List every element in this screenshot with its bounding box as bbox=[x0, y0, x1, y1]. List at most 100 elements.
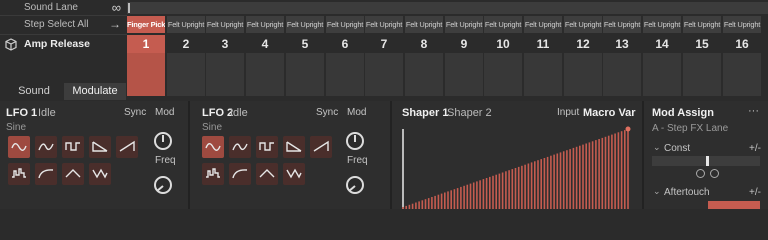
step-value-cell-11[interactable] bbox=[524, 53, 562, 96]
lfo1-freq-knob[interactable] bbox=[154, 176, 172, 194]
shaper-curve-display[interactable] bbox=[392, 123, 642, 209]
lfo1-mod-knob[interactable] bbox=[154, 132, 172, 150]
step-select-14[interactable]: Felt Upright bbox=[643, 16, 681, 33]
chevron-down-icon[interactable]: ⌄ bbox=[653, 186, 661, 197]
divider bbox=[0, 34, 127, 35]
step-number-7[interactable]: 7 bbox=[365, 35, 403, 53]
record-icon[interactable] bbox=[710, 169, 719, 178]
exponential-wave-icon[interactable] bbox=[229, 163, 251, 185]
step-number-2[interactable]: 2 bbox=[167, 35, 205, 53]
step-select-5[interactable]: Felt Upright bbox=[286, 16, 324, 33]
step-select-2[interactable]: Felt Upright bbox=[167, 16, 205, 33]
more-options-icon[interactable]: ··· bbox=[748, 105, 759, 117]
lfo1-panel: LFO 1 Idle Sync Mod Sine Freq bbox=[0, 101, 188, 209]
chevron-down-icon[interactable]: ⌄ bbox=[653, 142, 661, 153]
step-number-15[interactable]: 15 bbox=[683, 35, 721, 53]
divider bbox=[0, 15, 127, 16]
const-plus-minus[interactable]: +/- bbox=[749, 143, 761, 154]
const-amount-slider[interactable] bbox=[652, 156, 760, 166]
tab-shaper-1[interactable]: Shaper 1 bbox=[402, 107, 448, 119]
shaper-panel: Shaper 1 Shaper 2 Input Macro Var bbox=[392, 101, 642, 209]
square-wave-icon[interactable] bbox=[62, 136, 84, 158]
aftertouch-plus-minus[interactable]: +/- bbox=[749, 187, 761, 198]
step-number-14[interactable]: 14 bbox=[643, 35, 681, 53]
step-select-6[interactable]: Felt Upright bbox=[326, 16, 364, 33]
step-value-cell-10[interactable] bbox=[484, 53, 522, 96]
record-icon[interactable] bbox=[696, 169, 705, 178]
lfo1-freq-label: Freq bbox=[155, 155, 176, 166]
slider-handle[interactable] bbox=[706, 156, 709, 166]
random-wave-icon[interactable] bbox=[89, 163, 111, 185]
step-number-10[interactable]: 10 bbox=[484, 35, 522, 53]
lfo2-mod-knob[interactable] bbox=[346, 132, 364, 150]
step-select-9[interactable]: Felt Upright bbox=[445, 16, 483, 33]
tab-modulate[interactable]: Modulate bbox=[64, 83, 126, 100]
exponential-wave-icon[interactable] bbox=[35, 163, 57, 185]
step-select-10[interactable]: Felt Upright bbox=[484, 16, 522, 33]
step-value-cell-6[interactable] bbox=[326, 53, 364, 96]
square-wave-icon[interactable] bbox=[256, 136, 278, 158]
step-value-cell-15[interactable] bbox=[683, 53, 721, 96]
lfo1-sync[interactable]: Sync bbox=[124, 107, 146, 118]
tab-sound[interactable]: Sound bbox=[5, 83, 63, 100]
tab-shaper-2[interactable]: Shaper 2 bbox=[447, 107, 492, 119]
step-value-cell-16[interactable] bbox=[723, 53, 761, 96]
sound-lane-row[interactable]: Sound Lane ∞ bbox=[0, 0, 127, 15]
step-value-cell-7[interactable] bbox=[365, 53, 403, 96]
sample-hold-wave-icon[interactable] bbox=[8, 163, 30, 185]
ramp-wave-icon[interactable] bbox=[310, 136, 332, 158]
aftertouch-amount-bar[interactable] bbox=[708, 201, 760, 209]
step-number-13[interactable]: 13 bbox=[603, 35, 641, 53]
step-select-3[interactable]: Felt Upright bbox=[206, 16, 244, 33]
infinity-icon[interactable]: ∞ bbox=[112, 0, 121, 15]
step-number-6[interactable]: 6 bbox=[326, 35, 364, 53]
lfo2-sync[interactable]: Sync bbox=[316, 107, 338, 118]
step-number-11[interactable]: 11 bbox=[524, 35, 562, 53]
step-value-cell-3[interactable] bbox=[206, 53, 244, 96]
sine-alt-wave-icon[interactable] bbox=[35, 136, 57, 158]
sine-wave-icon[interactable] bbox=[8, 136, 30, 158]
step-number-16[interactable]: 16 bbox=[723, 35, 761, 53]
sine-wave-icon[interactable] bbox=[202, 136, 224, 158]
step-value-cell-13[interactable] bbox=[603, 53, 641, 96]
step-select-12[interactable]: Felt Upright bbox=[564, 16, 602, 33]
step-select-4[interactable]: Felt Upright bbox=[246, 16, 284, 33]
amp-release-row[interactable]: Amp Release bbox=[0, 38, 127, 52]
step-select-all-row[interactable]: Step Select All → bbox=[0, 17, 127, 31]
step-value-cell-1[interactable] bbox=[127, 53, 165, 96]
step-select-1[interactable]: Finger Pick bbox=[127, 16, 165, 33]
triangle-wave-icon[interactable] bbox=[62, 163, 84, 185]
saw-down-wave-icon[interactable] bbox=[89, 136, 111, 158]
step-number-12[interactable]: 12 bbox=[564, 35, 602, 53]
step-select-16[interactable]: Felt Upright bbox=[723, 16, 761, 33]
step-number-3[interactable]: 3 bbox=[206, 35, 244, 53]
sound-lane-strip[interactable] bbox=[127, 2, 768, 14]
step-value-cell-12[interactable] bbox=[564, 53, 602, 96]
step-number-4[interactable]: 4 bbox=[246, 35, 284, 53]
triangle-wave-icon[interactable] bbox=[256, 163, 278, 185]
step-value-cell-2[interactable] bbox=[167, 53, 205, 96]
step-number-5[interactable]: 5 bbox=[286, 35, 324, 53]
step-select-8[interactable]: Felt Upright bbox=[405, 16, 443, 33]
arrow-right-icon[interactable]: → bbox=[109, 17, 121, 31]
step-number-1[interactable]: 1 bbox=[127, 35, 165, 53]
step-value-cell-4[interactable] bbox=[246, 53, 284, 96]
shaper-input-value[interactable]: Macro Var bbox=[583, 107, 636, 119]
step-value-cell-5[interactable] bbox=[286, 53, 324, 96]
step-select-11[interactable]: Felt Upright bbox=[524, 16, 562, 33]
lfo2-freq-knob[interactable] bbox=[346, 176, 364, 194]
sine-alt-wave-icon[interactable] bbox=[229, 136, 251, 158]
step-select-13[interactable]: Felt Upright bbox=[603, 16, 641, 33]
random-wave-icon[interactable] bbox=[283, 163, 305, 185]
shaper-end-point[interactable] bbox=[625, 126, 631, 132]
ramp-wave-icon[interactable] bbox=[116, 136, 138, 158]
step-number-9[interactable]: 9 bbox=[445, 35, 483, 53]
step-value-cell-14[interactable] bbox=[643, 53, 681, 96]
step-select-7[interactable]: Felt Upright bbox=[365, 16, 403, 33]
step-value-cell-8[interactable] bbox=[405, 53, 443, 96]
saw-down-wave-icon[interactable] bbox=[283, 136, 305, 158]
sample-hold-wave-icon[interactable] bbox=[202, 163, 224, 185]
step-value-cell-9[interactable] bbox=[445, 53, 483, 96]
step-select-15[interactable]: Felt Upright bbox=[683, 16, 721, 33]
step-number-8[interactable]: 8 bbox=[405, 35, 443, 53]
